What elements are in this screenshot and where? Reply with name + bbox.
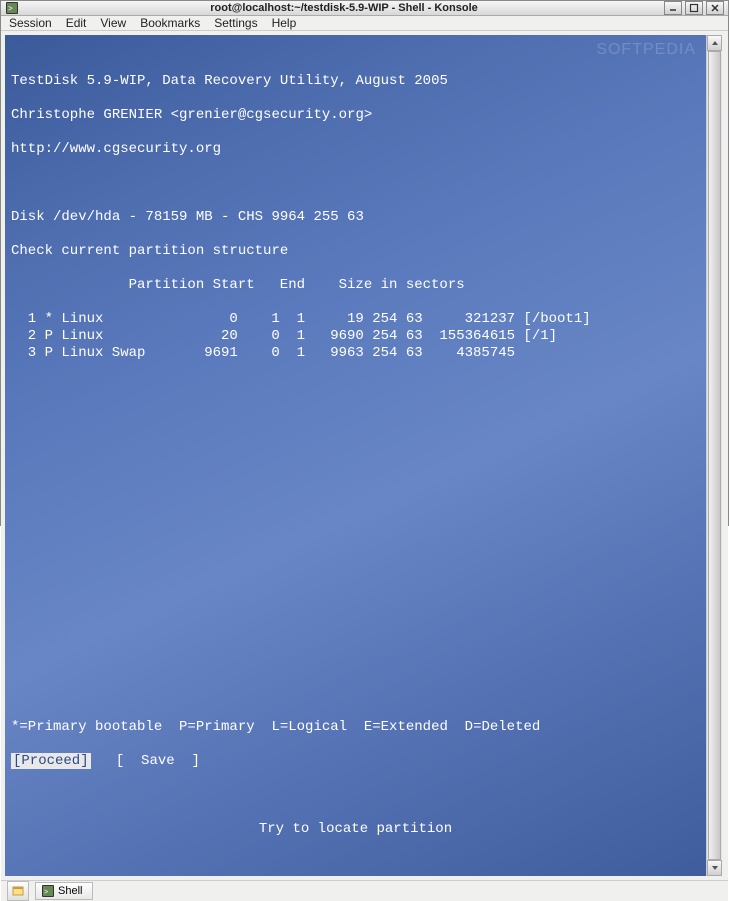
blank-line — [11, 515, 700, 532]
blank-line — [11, 379, 700, 396]
scroll-down-button[interactable] — [707, 860, 722, 876]
menubar: Session Edit View Bookmarks Settings Hel… — [1, 16, 728, 31]
tab-shell-label: Shell — [58, 885, 82, 897]
col-size: Size in sectors — [305, 277, 465, 294]
part-num: 2 — [11, 328, 36, 345]
part-flag: P — [36, 345, 53, 362]
part-end-sect: 63 — [397, 328, 422, 345]
check-line: Check current partition structure — [11, 243, 700, 260]
blank-line — [11, 481, 700, 498]
close-button[interactable] — [706, 1, 724, 15]
scroll-up-button[interactable] — [707, 35, 722, 51]
maximize-button[interactable] — [685, 1, 703, 15]
col-end: End — [213, 277, 305, 294]
svg-text:>: > — [44, 889, 48, 897]
part-end-cyl: 9690 — [305, 328, 364, 345]
titlebar: > root@localhost:~/testdisk-5.9-WIP - Sh… — [1, 1, 728, 16]
part-name: Linux Swap — [53, 345, 187, 362]
part-size: 155364615 — [423, 328, 515, 345]
blank-line — [11, 175, 700, 192]
part-num: 3 — [11, 345, 36, 362]
window-buttons — [664, 1, 724, 15]
blank-line — [11, 787, 700, 804]
menu-help[interactable]: Help — [272, 16, 297, 30]
menu-session[interactable]: Session — [9, 16, 52, 30]
part-size: 4385745 — [423, 345, 515, 362]
scrollbar[interactable] — [706, 35, 722, 876]
blank-line — [11, 617, 700, 634]
legend-line: *=Primary bootable P=Primary L=Logical E… — [11, 719, 700, 736]
blank-line — [11, 549, 700, 566]
part-flag: P — [36, 328, 53, 345]
blank-line — [11, 447, 700, 464]
part-start-sect: 1 — [280, 311, 305, 328]
header-line-2: Christophe GRENIER <grenier@cgsecurity.o… — [11, 107, 700, 124]
terminal-container: SOFTPEDIA TestDisk 5.9-WIP, Data Recover… — [1, 31, 728, 880]
partition-row[interactable]: 1 * Linux0111925463321237[/boot1] — [11, 311, 700, 328]
blank-line — [11, 583, 700, 600]
part-start-cyl: 0 — [187, 311, 237, 328]
save-action[interactable]: [ Save ] — [116, 753, 200, 769]
menu-view[interactable]: View — [100, 16, 126, 30]
statusbar: > Shell — [1, 880, 728, 901]
part-name: Linux — [53, 311, 187, 328]
part-end-sect: 63 — [397, 311, 422, 328]
part-label: [/boot1] — [515, 311, 591, 328]
partition-row[interactable]: 2 P Linux2001969025463155364615[/1] — [11, 328, 700, 345]
tab-shell[interactable]: > Shell — [35, 882, 93, 900]
part-end-head: 254 — [364, 311, 398, 328]
hint-line: Try to locate partition — [11, 821, 700, 838]
part-end-sect: 63 — [397, 345, 422, 362]
blank-line — [11, 413, 700, 430]
part-label: [/1] — [515, 328, 557, 345]
col-start: Start — [129, 277, 213, 294]
part-end-head: 254 — [364, 328, 398, 345]
terminal[interactable]: SOFTPEDIA TestDisk 5.9-WIP, Data Recover… — [5, 35, 706, 876]
menu-settings[interactable]: Settings — [214, 16, 257, 30]
shell-icon: > — [42, 885, 54, 897]
svg-text:>: > — [8, 5, 13, 14]
part-start-cyl: 20 — [187, 328, 237, 345]
app-icon: > — [5, 1, 19, 15]
part-start-sect: 1 — [280, 328, 305, 345]
window-title: root@localhost:~/testdisk-5.9-WIP - Shel… — [24, 2, 664, 14]
disk-line: Disk /dev/hda - 78159 MB - CHS 9964 255 … — [11, 209, 700, 226]
part-start-cyl: 9691 — [187, 345, 237, 362]
watermark: SOFTPEDIA — [596, 41, 696, 58]
part-size: 321237 — [423, 311, 515, 328]
partition-row[interactable]: 3 P Linux Swap9691019963254634385745 — [11, 345, 700, 362]
header-line-1: TestDisk 5.9-WIP, Data Recovery Utility,… — [11, 73, 700, 90]
menu-edit[interactable]: Edit — [66, 16, 87, 30]
col-partition: Partition — [11, 277, 129, 294]
new-tab-button[interactable] — [7, 881, 29, 901]
part-name: Linux — [53, 328, 187, 345]
column-headers: PartitionStartEndSize in sectors — [11, 277, 700, 294]
part-end-cyl: 9963 — [305, 345, 364, 362]
scroll-thumb[interactable] — [708, 51, 721, 860]
proceed-action[interactable]: [Proceed] — [11, 753, 91, 769]
part-num: 1 — [11, 311, 36, 328]
blank-line — [11, 685, 700, 702]
part-start-head: 0 — [238, 345, 280, 362]
part-start-sect: 1 — [280, 345, 305, 362]
scroll-track[interactable] — [707, 51, 722, 860]
part-end-cyl: 19 — [305, 311, 364, 328]
part-start-head: 1 — [238, 311, 280, 328]
actions-line: [Proceed] [ Save ] — [11, 753, 700, 770]
menu-bookmarks[interactable]: Bookmarks — [140, 16, 200, 30]
part-start-head: 0 — [238, 328, 280, 345]
new-tab-icon — [12, 885, 24, 897]
minimize-button[interactable] — [664, 1, 682, 15]
part-end-head: 254 — [364, 345, 398, 362]
blank-line — [11, 651, 700, 668]
part-flag: * — [36, 311, 53, 328]
part-label — [515, 345, 523, 362]
header-line-3: http://www.cgsecurity.org — [11, 141, 700, 158]
